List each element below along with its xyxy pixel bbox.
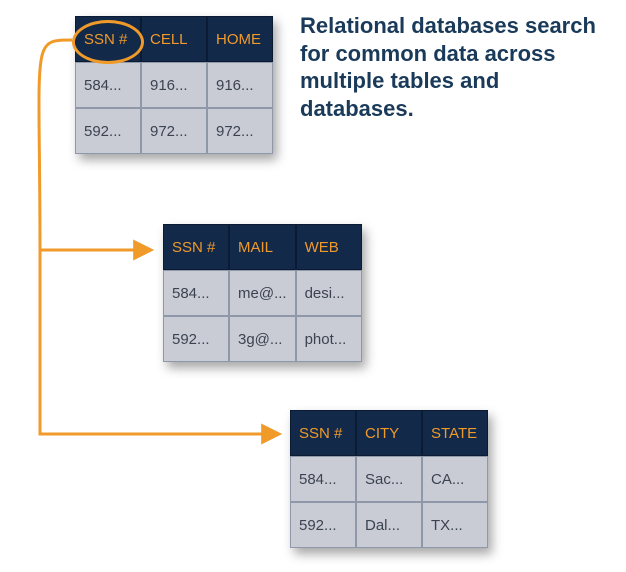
cell: 916... bbox=[141, 62, 207, 108]
cell: TX... bbox=[422, 502, 488, 548]
cell: Sac... bbox=[356, 456, 422, 502]
table-header-state: STATE bbox=[422, 410, 488, 456]
cell: 972... bbox=[207, 108, 273, 154]
cell: phot... bbox=[296, 316, 362, 362]
cell: me@... bbox=[229, 270, 296, 316]
table-phones: SSN # CELL HOME 584... 916... 916... 592… bbox=[75, 16, 273, 154]
cell: 916... bbox=[207, 62, 273, 108]
cell: 3g@... bbox=[229, 316, 296, 362]
table-location: SSN # CITY STATE 584... Sac... CA... 592… bbox=[290, 410, 488, 548]
table-email: SSN # MAIL WEB 584... me@... desi... 592… bbox=[163, 224, 362, 362]
table-header-home: HOME bbox=[207, 16, 273, 62]
cell: desi... bbox=[296, 270, 362, 316]
cell: 584... bbox=[163, 270, 229, 316]
table-header-ssn: SSN # bbox=[290, 410, 356, 456]
table-header-cell: CELL bbox=[141, 16, 207, 62]
cell: 592... bbox=[163, 316, 229, 362]
cell: 592... bbox=[290, 502, 356, 548]
table-header-city: CITY bbox=[356, 410, 422, 456]
table-header-ssn: SSN # bbox=[75, 16, 141, 62]
table-row: 584... me@... desi... bbox=[163, 270, 362, 316]
table-header-web: WEB bbox=[296, 224, 362, 270]
table-header-ssn: SSN # bbox=[163, 224, 229, 270]
table-row: 592... 3g@... phot... bbox=[163, 316, 362, 362]
diagram-caption: Relational databases search for common d… bbox=[300, 12, 610, 122]
table-row: 592... Dal... TX... bbox=[290, 502, 488, 548]
cell: Dal... bbox=[356, 502, 422, 548]
cell: CA... bbox=[422, 456, 488, 502]
table-row: 592... 972... 972... bbox=[75, 108, 273, 154]
cell: 584... bbox=[290, 456, 356, 502]
cell: 972... bbox=[141, 108, 207, 154]
cell: 584... bbox=[75, 62, 141, 108]
cell: 592... bbox=[75, 108, 141, 154]
table-row: 584... Sac... CA... bbox=[290, 456, 488, 502]
table-row: 584... 916... 916... bbox=[75, 62, 273, 108]
table-header-mail: MAIL bbox=[229, 224, 296, 270]
